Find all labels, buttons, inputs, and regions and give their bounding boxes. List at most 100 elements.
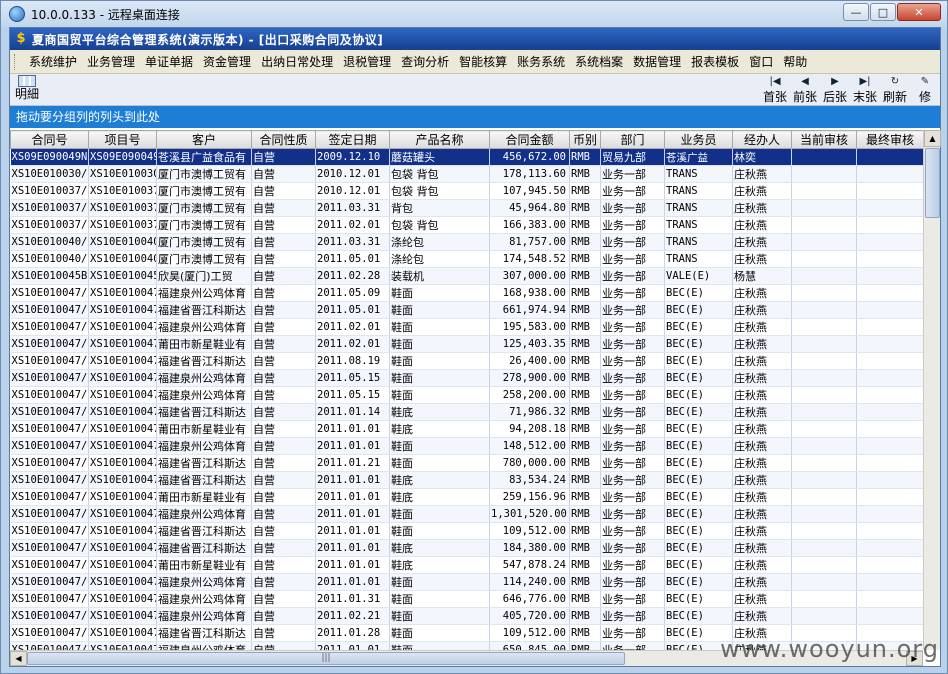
table-cell[interactable]: [856, 471, 923, 489]
table-cell[interactable]: [791, 318, 857, 336]
table-cell[interactable]: 业务一部: [600, 471, 665, 489]
table-cell[interactable]: 厦门市澳博工贸有: [156, 165, 252, 183]
table-cell[interactable]: [856, 165, 923, 183]
table-cell[interactable]: XS10E010047: [88, 590, 157, 608]
table-cell[interactable]: 业务一部: [600, 233, 665, 251]
table-cell[interactable]: XS10E010047/: [10, 301, 89, 319]
table-row[interactable]: XS10E010047/XS10E010047 福建省晋江科斯达 自营 2011.08…: [10, 352, 923, 370]
menu-item[interactable]: 退税管理: [338, 53, 396, 70]
table-cell[interactable]: XS10E010047/: [10, 573, 89, 591]
table-cell[interactable]: 业务一部: [600, 505, 665, 523]
table-cell[interactable]: RMB: [569, 199, 601, 217]
table-cell[interactable]: 业务一部: [600, 250, 665, 268]
table-cell[interactable]: 庄秋燕: [732, 590, 792, 608]
table-cell[interactable]: 109,512.00: [489, 522, 570, 540]
table-cell[interactable]: 业务一部: [600, 420, 665, 438]
table-cell[interactable]: XS10E010047: [88, 318, 157, 336]
table-row[interactable]: XS10E010047/XS10E010047 福建省晋江科斯达 自营 2011.05…: [10, 301, 923, 319]
table-row[interactable]: XS10E010047/XS10E010047福建泉州公鸡体育自营2011.01…: [10, 573, 923, 591]
table-cell[interactable]: 业务一部: [600, 369, 665, 387]
table-row[interactable]: XS10E010047/XS10E010047福建泉州公鸡体育自营2011.01…: [10, 590, 923, 608]
table-cell[interactable]: 业务一部: [600, 301, 665, 319]
table-cell[interactable]: 莆田市新星鞋业有: [156, 420, 252, 438]
table-cell[interactable]: RMB: [569, 454, 601, 472]
table-cell[interactable]: 鞋底: [389, 403, 490, 421]
table-cell[interactable]: BEC(E): [664, 301, 733, 319]
table-cell[interactable]: XS10E010047: [88, 471, 157, 489]
table-cell[interactable]: 鞋面: [389, 301, 490, 319]
table-cell[interactable]: 福建泉州公鸡体育: [156, 505, 252, 523]
table-row[interactable]: XS10E010047/XS10E010047福建泉州公鸡体育自营2011.01…: [10, 505, 923, 523]
scroll-left-icon[interactable]: ◀: [10, 651, 27, 666]
table-cell[interactable]: XS10E010047/: [10, 284, 89, 302]
table-cell[interactable]: 庄秋燕: [732, 454, 792, 472]
table-cell[interactable]: XS10E010047/: [10, 488, 89, 506]
table-cell[interactable]: 661,974.94: [489, 301, 570, 319]
table-cell[interactable]: 鞋底: [389, 556, 490, 574]
table-cell[interactable]: 背包: [389, 199, 490, 217]
table-cell[interactable]: XS10E010047/: [10, 471, 89, 489]
table-cell[interactable]: 庄秋燕: [732, 301, 792, 319]
table-cell[interactable]: RMB: [569, 284, 601, 302]
table-cell[interactable]: 贸易九部: [600, 148, 665, 166]
table-cell[interactable]: XS10E010037/: [10, 182, 89, 200]
table-cell[interactable]: [856, 284, 923, 302]
table-cell[interactable]: 福建泉州公鸡体育: [156, 641, 252, 650]
table-cell[interactable]: BEC(E): [664, 437, 733, 455]
table-cell[interactable]: 自营: [251, 352, 316, 370]
table-cell[interactable]: 鞋底: [389, 488, 490, 506]
table-cell[interactable]: 2011.02.28: [315, 267, 390, 285]
table-row[interactable]: XS10E010040/XS10E010040 厦门市澳博工贸有 自营 2011.05…: [10, 250, 923, 268]
table-cell[interactable]: 业务一部: [600, 335, 665, 353]
table-cell[interactable]: XS10E010037/: [10, 216, 89, 234]
table-cell[interactable]: 庄秋燕: [732, 437, 792, 455]
table-cell[interactable]: XS10E010047/: [10, 641, 89, 650]
table-cell[interactable]: [856, 420, 923, 438]
table-cell[interactable]: 自营: [251, 267, 316, 285]
table-cell[interactable]: XS10E010047/: [10, 437, 89, 455]
table-cell[interactable]: RMB: [569, 641, 601, 650]
table-cell[interactable]: 业务一部: [600, 522, 665, 540]
table-cell[interactable]: 莆田市新星鞋业有: [156, 335, 252, 353]
table-cell[interactable]: [791, 420, 857, 438]
table-cell[interactable]: RMB: [569, 369, 601, 387]
table-row[interactable]: XS10E010047/XS10E010047 福建省晋江科斯达 自营 2011.01…: [10, 471, 923, 489]
table-cell[interactable]: BEC(E): [664, 335, 733, 353]
table-cell[interactable]: [791, 301, 857, 319]
table-cell[interactable]: 自营: [251, 573, 316, 591]
table-cell[interactable]: 莆田市新星鞋业有: [156, 488, 252, 506]
table-row[interactable]: XS10E010047/XS10E010047 莆田市新星鞋业有 自营 2011.01…: [10, 556, 923, 574]
table-cell[interactable]: [791, 522, 857, 540]
table-row[interactable]: XS10E010047/XS10E010047 福建省晋江科斯达 自营 2011.01…: [10, 454, 923, 472]
table-cell[interactable]: [791, 216, 857, 234]
table-row[interactable]: XS09E090049N XS09E090049 苍溪县广益食品有 自营 2009.12…: [10, 148, 923, 166]
table-cell[interactable]: 646,776.00: [489, 590, 570, 608]
table-cell[interactable]: [856, 335, 923, 353]
table-cell[interactable]: 自营: [251, 301, 316, 319]
table-cell[interactable]: BEC(E): [664, 420, 733, 438]
table-cell[interactable]: XS10E010047/: [10, 539, 89, 557]
table-cell[interactable]: RMB: [569, 301, 601, 319]
menu-item[interactable]: 系统档案: [570, 53, 628, 70]
table-cell[interactable]: [856, 522, 923, 540]
table-cell[interactable]: 2011.02.21: [315, 607, 390, 625]
table-cell[interactable]: 2011.05.15: [315, 386, 390, 404]
table-cell[interactable]: 2011.01.31: [315, 590, 390, 608]
table-cell[interactable]: RMB: [569, 335, 601, 353]
table-cell[interactable]: 业务一部: [600, 437, 665, 455]
table-cell[interactable]: XS10E010047/: [10, 454, 89, 472]
table-cell[interactable]: 自营: [251, 522, 316, 540]
table-cell[interactable]: 包袋 背包: [389, 182, 490, 200]
prev-record-button[interactable]: ◀ 前张: [790, 75, 820, 105]
table-cell[interactable]: 福建泉州公鸡体育: [156, 369, 252, 387]
column-header[interactable]: 币别: [569, 130, 601, 149]
table-cell[interactable]: [791, 556, 857, 574]
table-cell[interactable]: [856, 454, 923, 472]
table-cell[interactable]: 2011.01.01: [315, 437, 390, 455]
table-cell[interactable]: 2011.05.01: [315, 250, 390, 268]
table-cell[interactable]: [791, 539, 857, 557]
table-cell[interactable]: XS10E010047: [88, 573, 157, 591]
table-cell[interactable]: XS10E010047/: [10, 318, 89, 336]
menu-grip[interactable]: [14, 53, 18, 70]
table-cell[interactable]: XS10E010047: [88, 284, 157, 302]
